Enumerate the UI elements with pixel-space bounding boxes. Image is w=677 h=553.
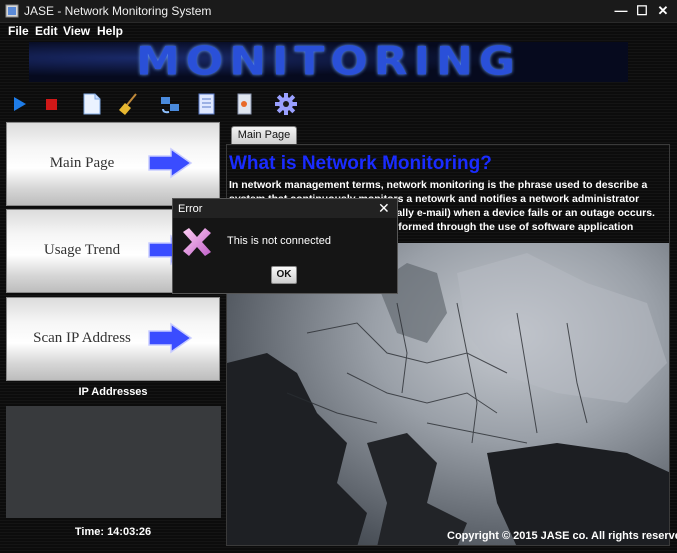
menu-file[interactable]: File [8, 24, 29, 38]
stop-icon[interactable] [39, 91, 65, 117]
copyright-text: Copyright © 2015 JASE co. All rights res… [447, 530, 677, 542]
arrow-right-icon [148, 322, 193, 354]
scan-ip-address-button[interactable]: Scan IP Address [6, 297, 220, 381]
title-bar: JASE - Network Monitoring System — ☐ ✕ [0, 0, 677, 23]
banner-text: MONITORING [136, 42, 521, 82]
time-label: Time: 14:03:26 [74, 526, 152, 538]
network-refresh-icon[interactable] [157, 91, 183, 117]
close-button[interactable]: ✕ [654, 2, 672, 20]
main-page-button[interactable]: Main Page [6, 122, 220, 206]
main-page-label: Main Page [49, 155, 115, 171]
tab-main-page[interactable]: Main Page [231, 126, 297, 144]
window-title: JASE - Network Monitoring System [24, 4, 212, 18]
banner: MONITORING [29, 42, 628, 82]
dialog-message: This is not connected [227, 235, 331, 247]
arrow-right-icon [148, 147, 193, 179]
broom-icon[interactable] [116, 91, 142, 117]
app-icon [5, 4, 19, 18]
report-document-icon[interactable] [194, 91, 220, 117]
usage-trend-label: Usage Trend [43, 242, 121, 258]
ok-button[interactable]: OK [271, 266, 297, 284]
dialog-body: This is not connected OK [173, 218, 397, 293]
minimize-button[interactable]: — [612, 2, 630, 20]
toolbar [0, 88, 677, 118]
menu-view[interactable]: View [63, 24, 90, 38]
error-x-icon [183, 228, 211, 256]
notepad-icon[interactable] [232, 91, 258, 117]
page-title: What is Network Monitoring? [229, 153, 492, 174]
ip-addresses-label: IP Addresses [78, 386, 148, 398]
menu-help[interactable]: Help [97, 24, 123, 38]
menu-edit[interactable]: Edit [35, 24, 58, 38]
play-icon[interactable] [6, 91, 32, 117]
app-window: JASE - Network Monitoring System — ☐ ✕ F… [0, 0, 677, 553]
gear-icon[interactable] [273, 91, 299, 117]
scan-ip-address-label: Scan IP Address [33, 330, 131, 346]
new-document-icon[interactable] [79, 91, 105, 117]
dialog-title: Error [178, 203, 203, 215]
dialog-close-button[interactable]: ✕ [378, 200, 390, 217]
maximize-button[interactable]: ☐ [633, 2, 651, 20]
ip-address-list[interactable] [6, 406, 221, 518]
menu-bar: File Edit View Help [0, 22, 677, 40]
error-dialog: Error ✕ This is not connected OK [172, 198, 398, 294]
